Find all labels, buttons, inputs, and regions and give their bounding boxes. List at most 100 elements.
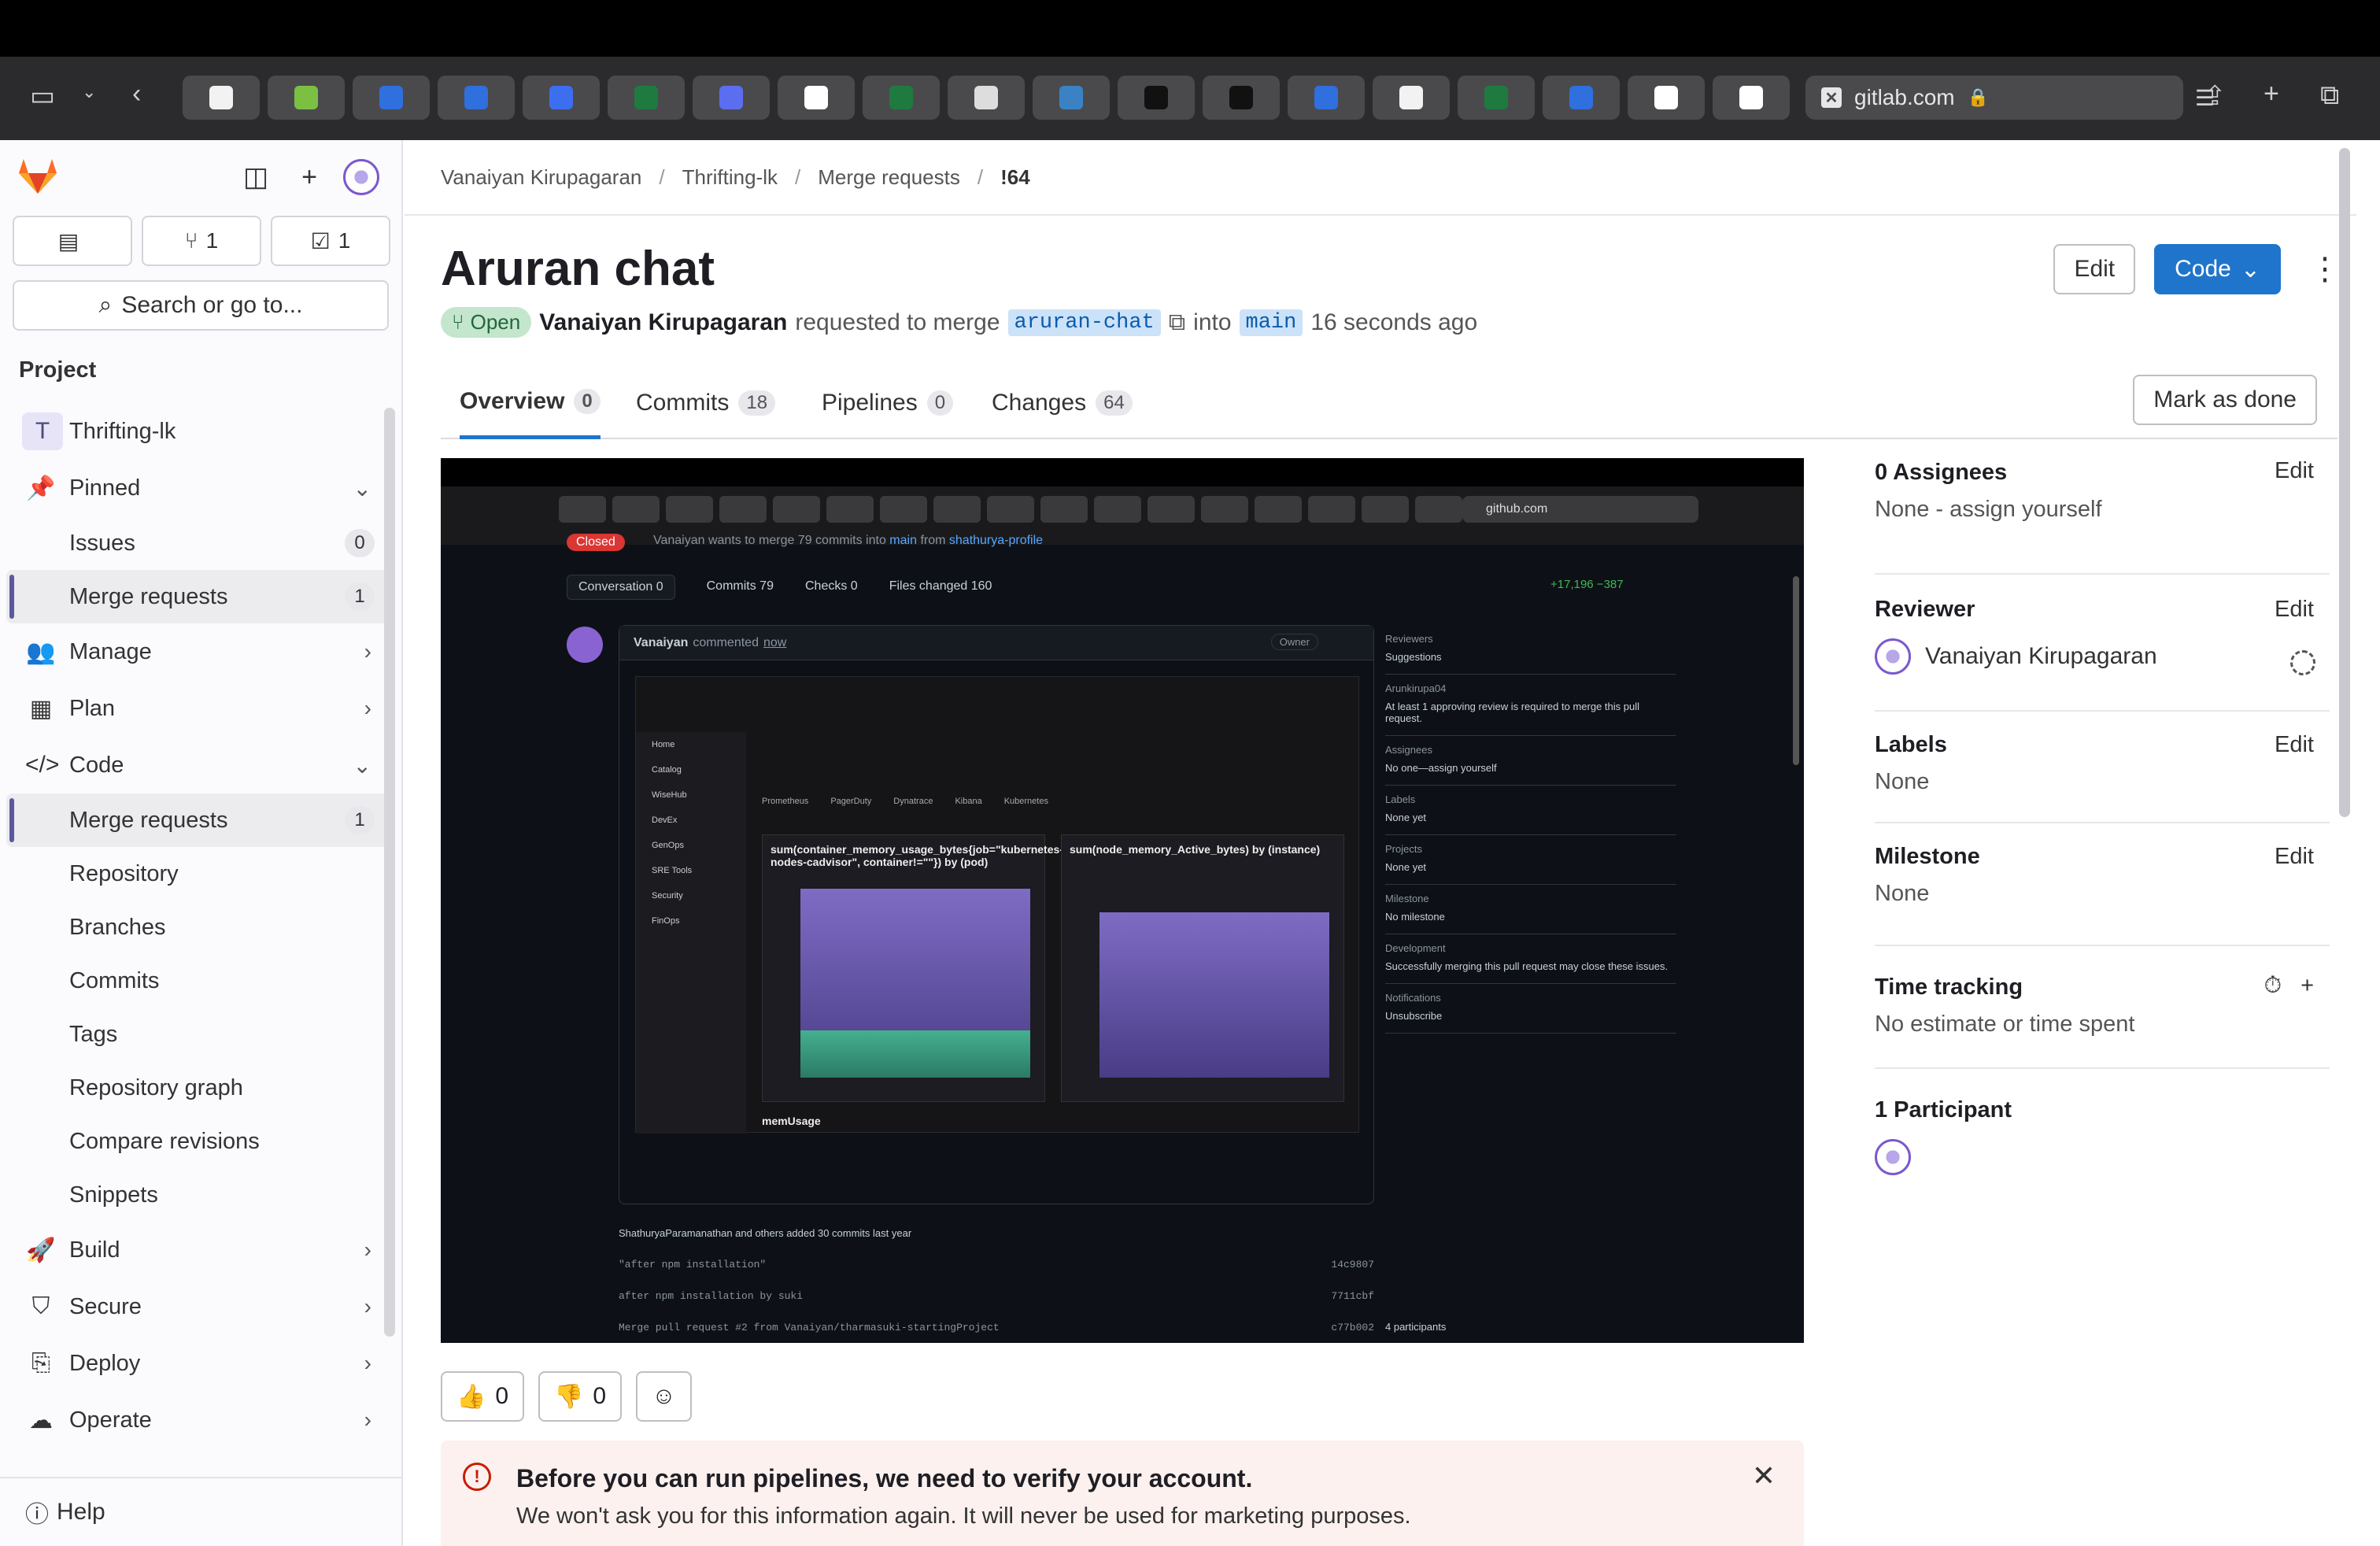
tab-overview-icon[interactable]: ⧉ <box>2320 80 2339 111</box>
browser-tab[interactable] <box>1203 76 1280 120</box>
sidebar-item-tags[interactable]: Tags <box>6 1008 389 1061</box>
breadcrumb-merge-requests[interactable]: Merge requests <box>818 165 960 190</box>
mark-as-done-button[interactable]: Mark as done <box>2133 375 2317 425</box>
milestone-edit-link[interactable]: Edit <box>2275 844 2314 870</box>
browser-tab[interactable] <box>183 76 260 120</box>
embedded-sidebar-section: Milestone No milestone <box>1385 885 1676 934</box>
source-branch[interactable]: aruran-chat <box>1007 309 1161 336</box>
tab-favicon-icon <box>1399 86 1423 109</box>
description-screenshot[interactable]: github.com Closed Vanaiyan wants to merg… <box>441 458 1804 1343</box>
browser-tab[interactable] <box>1628 76 1705 120</box>
browser-tab[interactable] <box>1458 76 1535 120</box>
new-tab-icon[interactable]: + <box>2264 79 2279 109</box>
collapse-sidebar-icon[interactable]: ◫ <box>238 159 274 195</box>
thumbs-up-button[interactable]: 👍 0 <box>441 1371 525 1422</box>
nested-tab: PagerDuty <box>830 797 872 806</box>
assignees-edit-link[interactable]: Edit <box>2275 458 2314 484</box>
page-scrollbar[interactable] <box>2339 148 2350 817</box>
address-bar[interactable]: ✕ gitlab.com 🔒 ☰ <box>1805 76 2215 120</box>
sidebar-item-secure[interactable]: ⛉ Secure › <box>6 1278 389 1335</box>
browser-tab[interactable] <box>778 76 855 120</box>
tab-changes[interactable]: Changes 64 <box>992 367 1133 439</box>
reviewer-edit-link[interactable]: Edit <box>2275 597 2314 623</box>
share-icon[interactable]: ⇪ <box>2204 80 2227 112</box>
sidebar-item-code[interactable]: </> Code ⌄ <box>6 737 389 793</box>
browser-tab[interactable] <box>438 76 515 120</box>
add-reaction-button[interactable]: ☺ <box>636 1371 692 1422</box>
browser-tab[interactable] <box>693 76 770 120</box>
help-icon: ⓘ <box>25 1502 49 1528</box>
sidebar-item-branches[interactable]: Branches <box>6 901 389 954</box>
browser-tab[interactable] <box>608 76 685 120</box>
sidebar-item-merge-requests[interactable]: Merge requests 1 <box>6 793 389 847</box>
stopwatch-icon[interactable]: ⏱ <box>2264 973 2282 999</box>
breadcrumb-user[interactable]: Vanaiyan Kirupagaran <box>441 165 641 190</box>
sidebar-item-project[interactable]: T Thrifting-lk <box>6 403 389 460</box>
sidebar-item-build[interactable]: 🚀 Build › <box>6 1222 389 1278</box>
breadcrumb-mr-id[interactable]: !64 <box>1000 165 1030 190</box>
sidebar-toggle-icon[interactable]: ▭ <box>30 80 55 112</box>
sidebar-item-plan[interactable]: ▦ Plan › <box>6 680 389 737</box>
todos-counter[interactable]: ☑ 1 <box>271 216 390 266</box>
merge-requests-counter[interactable]: ⑂ 1 <box>142 216 261 266</box>
search-button[interactable]: ⌕ Search or go to... <box>13 280 389 331</box>
embedded-commits: ShathuryaParamanathan and others added 3… <box>619 1217 1374 1343</box>
sidebar-item-operate[interactable]: ☁ Operate › <box>6 1392 389 1448</box>
sidebar-item-snippets[interactable]: Snippets <box>6 1168 389 1222</box>
embedded-section-title: Development <box>1385 942 1446 954</box>
reviewer-row[interactable]: Vanaiyan Kirupagaran <box>1875 638 2330 675</box>
more-actions-icon[interactable]: ⋮ <box>2309 251 2341 287</box>
add-time-icon[interactable]: + <box>2301 973 2314 999</box>
tab-overview[interactable]: Overview 0 <box>460 367 601 439</box>
assign-yourself-link[interactable]: None - assign yourself <box>1875 497 2330 523</box>
back-icon[interactable]: ‹ <box>132 79 141 109</box>
copy-icon[interactable]: ⧉ <box>1169 309 1185 336</box>
browser-tab[interactable] <box>268 76 345 120</box>
browser-tab[interactable] <box>863 76 940 120</box>
gitlab-logo-icon[interactable] <box>16 157 60 195</box>
labels-section: Labels Edit None <box>1875 712 2330 823</box>
sidebar-item-repository-graph[interactable]: Repository graph <box>6 1061 389 1115</box>
thumbs-down-button[interactable]: 👎 0 <box>538 1371 623 1422</box>
browser-tab[interactable] <box>1543 76 1620 120</box>
browser-tabs <box>183 76 1790 120</box>
browser-tab[interactable] <box>1033 76 1110 120</box>
tab-commits[interactable]: Commits 18 <box>636 367 776 439</box>
author-link[interactable]: Vanaiyan Kirupagaran <box>539 309 787 336</box>
participant-avatar[interactable] <box>1875 1139 1911 1175</box>
help-button[interactable]: ⓘ Help <box>0 1477 401 1546</box>
close-icon[interactable]: ✕ <box>1752 1459 1776 1492</box>
sidebar-item-compare-revisions[interactable]: Compare revisions <box>6 1115 389 1168</box>
sidebar-item-issues[interactable]: Issues 0 <box>6 516 389 570</box>
chevron-down-icon: ⌄ <box>353 475 371 501</box>
embedded-tab-thumb <box>933 496 981 523</box>
sidebar-item-repository[interactable]: Repository <box>6 847 389 901</box>
edit-button[interactable]: Edit <box>2053 244 2136 294</box>
sidebar-item-pinned-merge-requests[interactable]: Merge requests 1 <box>6 570 389 623</box>
embedded-comment: Vanaiyan commented now Owner Home Catalog… <box>619 625 1374 1204</box>
create-new-icon[interactable]: + <box>291 159 327 195</box>
browser-tab[interactable] <box>353 76 430 120</box>
issues-counter[interactable]: ▤ <box>13 216 132 266</box>
browser-tab[interactable] <box>948 76 1025 120</box>
user-avatar[interactable] <box>343 159 379 195</box>
browser-tab[interactable] <box>1118 76 1195 120</box>
sidebar-item-manage[interactable]: 👥 Manage › <box>6 623 389 680</box>
site-favicon-icon: ✕ <box>1821 87 1842 108</box>
browser-tab[interactable] <box>523 76 600 120</box>
labels-edit-link[interactable]: Edit <box>2275 732 2314 758</box>
chevron-down-icon[interactable]: ⌄ <box>82 82 96 102</box>
breadcrumb-project[interactable]: Thrifting-lk <box>682 165 778 190</box>
sidebar-item-deploy[interactable]: ⎘ Deploy › <box>6 1335 389 1392</box>
code-dropdown-button[interactable]: Code ⌄ <box>2154 244 2281 294</box>
target-branch[interactable]: main <box>1239 309 1303 336</box>
browser-tab[interactable] <box>1373 76 1450 120</box>
main-content: Vanaiyan Kirupagaran / Thrifting-lk / Me… <box>405 140 2356 1546</box>
tab-pipelines[interactable]: Pipelines 0 <box>822 367 954 439</box>
sidebar-scrollbar[interactable] <box>384 408 395 1337</box>
sidebar-item-commits[interactable]: Commits <box>6 954 389 1008</box>
embedded-section-value: Successfully merging this pull request m… <box>1385 960 1669 972</box>
browser-tab[interactable] <box>1288 76 1365 120</box>
sidebar-item-pinned[interactable]: 📌 Pinned ⌄ <box>6 460 389 516</box>
browser-tab[interactable] <box>1713 76 1790 120</box>
